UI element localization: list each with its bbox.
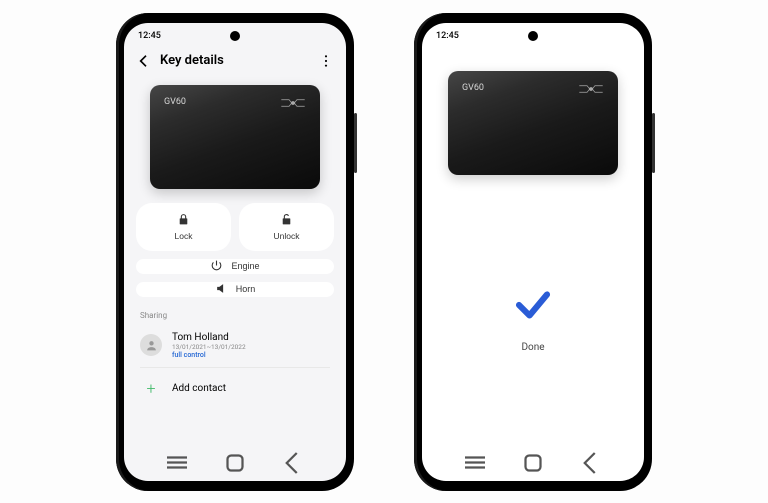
home-icon[interactable] [518,455,548,471]
page-title: Key details [160,53,310,68]
unlock-button[interactable]: Unlock [239,203,334,251]
more-icon[interactable] [318,53,334,69]
power-icon [210,259,223,274]
screen-header: Key details [124,49,346,77]
clock: 12:45 [436,31,459,41]
contact-info: Tom Holland 13/01/2021~13/01/2022 full c… [172,332,246,359]
avatar [140,334,162,356]
action-buttons: Lock Unlock Engine Horn [124,203,346,297]
digital-key-card[interactable]: GV60 [448,71,618,175]
card-area: GV60 [124,77,346,203]
add-contact-label: Add contact [172,383,226,394]
android-nav-bar [124,449,346,481]
phone-right: 12:45 GV60 Done [414,13,652,491]
lock-label: Lock [175,231,193,241]
done-label: Done [521,342,544,353]
horn-button[interactable]: Horn [136,282,334,297]
engine-button[interactable]: Engine [136,259,334,274]
digital-key-card[interactable]: GV60 [150,85,320,189]
contact-dates: 13/01/2021~13/01/2022 [172,343,246,351]
plus-icon: + [140,378,162,400]
front-camera [528,31,538,41]
genesis-logo-icon [578,83,604,98]
clock: 12:45 [138,31,161,41]
engine-label: Engine [231,261,259,271]
vehicle-model: GV60 [462,83,484,93]
done-confirmation: Done [422,189,644,449]
horn-label: Horn [236,284,256,294]
shared-contact-row[interactable]: Tom Holland 13/01/2021~13/01/2022 full c… [140,328,330,368]
sharing-section: Sharing Tom Holland 13/01/2021~13/01/202… [124,311,346,410]
home-icon[interactable] [220,455,250,471]
back-icon[interactable] [136,53,152,69]
android-nav-bar [422,449,644,481]
phone-left: 12:45 Key details GV60 [116,13,354,491]
contact-permission: full control [172,351,246,359]
checkmark-icon [512,284,554,330]
genesis-logo-icon [280,97,306,112]
lock-icon [177,213,190,228]
recents-icon[interactable] [162,455,192,471]
card-area: GV60 [422,49,644,189]
unlock-label: Unlock [274,231,300,241]
contact-name: Tom Holland [172,332,246,343]
front-camera [230,31,240,41]
sharing-heading: Sharing [140,311,330,320]
unlock-icon [280,213,293,228]
add-contact-button[interactable]: + Add contact [140,368,330,410]
horn-icon [215,282,228,297]
vehicle-model: GV60 [164,97,186,107]
recents-icon[interactable] [460,455,490,471]
nav-back-icon[interactable] [278,455,308,471]
lock-button[interactable]: Lock [136,203,231,251]
nav-back-icon[interactable] [576,455,606,471]
